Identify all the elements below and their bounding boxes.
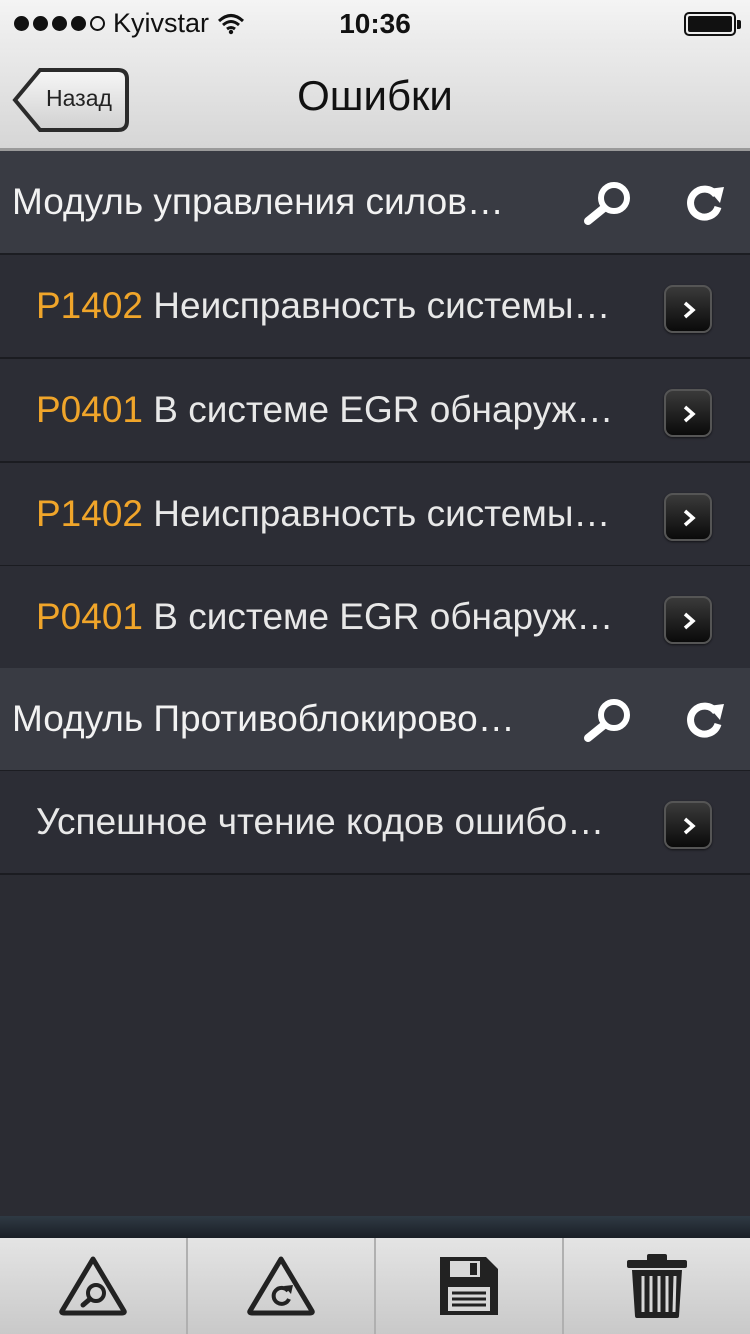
- chevron-right-icon[interactable]: [664, 801, 712, 849]
- status-row[interactable]: Успешное чтение кодов ошибо…: [0, 771, 750, 875]
- error-text: P0401 В системе EGR обнаруж…: [36, 389, 613, 431]
- error-row[interactable]: P1402 Неисправность системы…: [0, 463, 750, 567]
- error-code: P1402: [36, 493, 143, 534]
- error-code: P1402: [36, 285, 143, 326]
- error-text: P1402 Неисправность системы…: [36, 493, 610, 535]
- error-code: P0401: [36, 596, 143, 637]
- chevron-right-icon[interactable]: [664, 493, 712, 541]
- save-button[interactable]: [376, 1238, 564, 1334]
- bottom-toolbar: [0, 1238, 750, 1334]
- refresh-all-button[interactable]: [188, 1238, 376, 1334]
- chevron-right-icon[interactable]: [664, 596, 712, 644]
- navigation-bar: Назад Ошибки: [0, 50, 750, 151]
- section-title: Модуль управления силов…: [12, 181, 504, 222]
- refresh-icon[interactable]: [682, 179, 726, 225]
- error-text: P0401 В системе EGR обнаруж…: [36, 596, 613, 638]
- error-row[interactable]: P0401 В системе EGR обнаруж…: [0, 566, 750, 670]
- error-row[interactable]: P0401 В системе EGR обнаруж…: [0, 359, 750, 463]
- error-code: P0401: [36, 389, 143, 430]
- error-description: Неисправность системы…: [153, 285, 611, 326]
- status-time: 10:36: [339, 8, 411, 39]
- delete-button[interactable]: [564, 1238, 750, 1334]
- scan-button[interactable]: [0, 1238, 188, 1334]
- refresh-triangle-icon: [247, 1256, 315, 1316]
- section-header-abs: Модуль Противоблокирово…: [0, 668, 750, 772]
- trash-icon: [627, 1254, 687, 1318]
- toolbar-separator: [0, 1216, 750, 1238]
- chevron-right-icon[interactable]: [664, 389, 712, 437]
- status-description: Успешное чтение кодов ошибо…: [36, 801, 605, 842]
- refresh-icon[interactable]: [682, 696, 726, 742]
- error-text: P1402 Неисправность системы…: [36, 285, 610, 327]
- page-title: Ошибки: [297, 72, 453, 119]
- battery-icon: [684, 12, 741, 36]
- error-description: В системе EGR обнаруж…: [153, 389, 614, 430]
- status-text: Успешное чтение кодов ошибо…: [36, 801, 604, 843]
- scan-triangle-icon: [59, 1256, 127, 1316]
- status-bar: Kyivstar 10:36: [0, 0, 750, 50]
- section-header-powertrain: Модуль управления силов…: [0, 151, 750, 255]
- search-icon[interactable]: [582, 696, 636, 742]
- error-row[interactable]: P1402 Неисправность системы…: [0, 255, 750, 359]
- error-description: В системе EGR обнаруж…: [153, 596, 614, 637]
- error-description: Неисправность системы…: [153, 493, 611, 534]
- search-icon[interactable]: [582, 179, 636, 225]
- save-icon: [440, 1257, 498, 1315]
- chevron-right-icon[interactable]: [664, 285, 712, 333]
- section-title: Модуль Противоблокирово…: [12, 698, 515, 739]
